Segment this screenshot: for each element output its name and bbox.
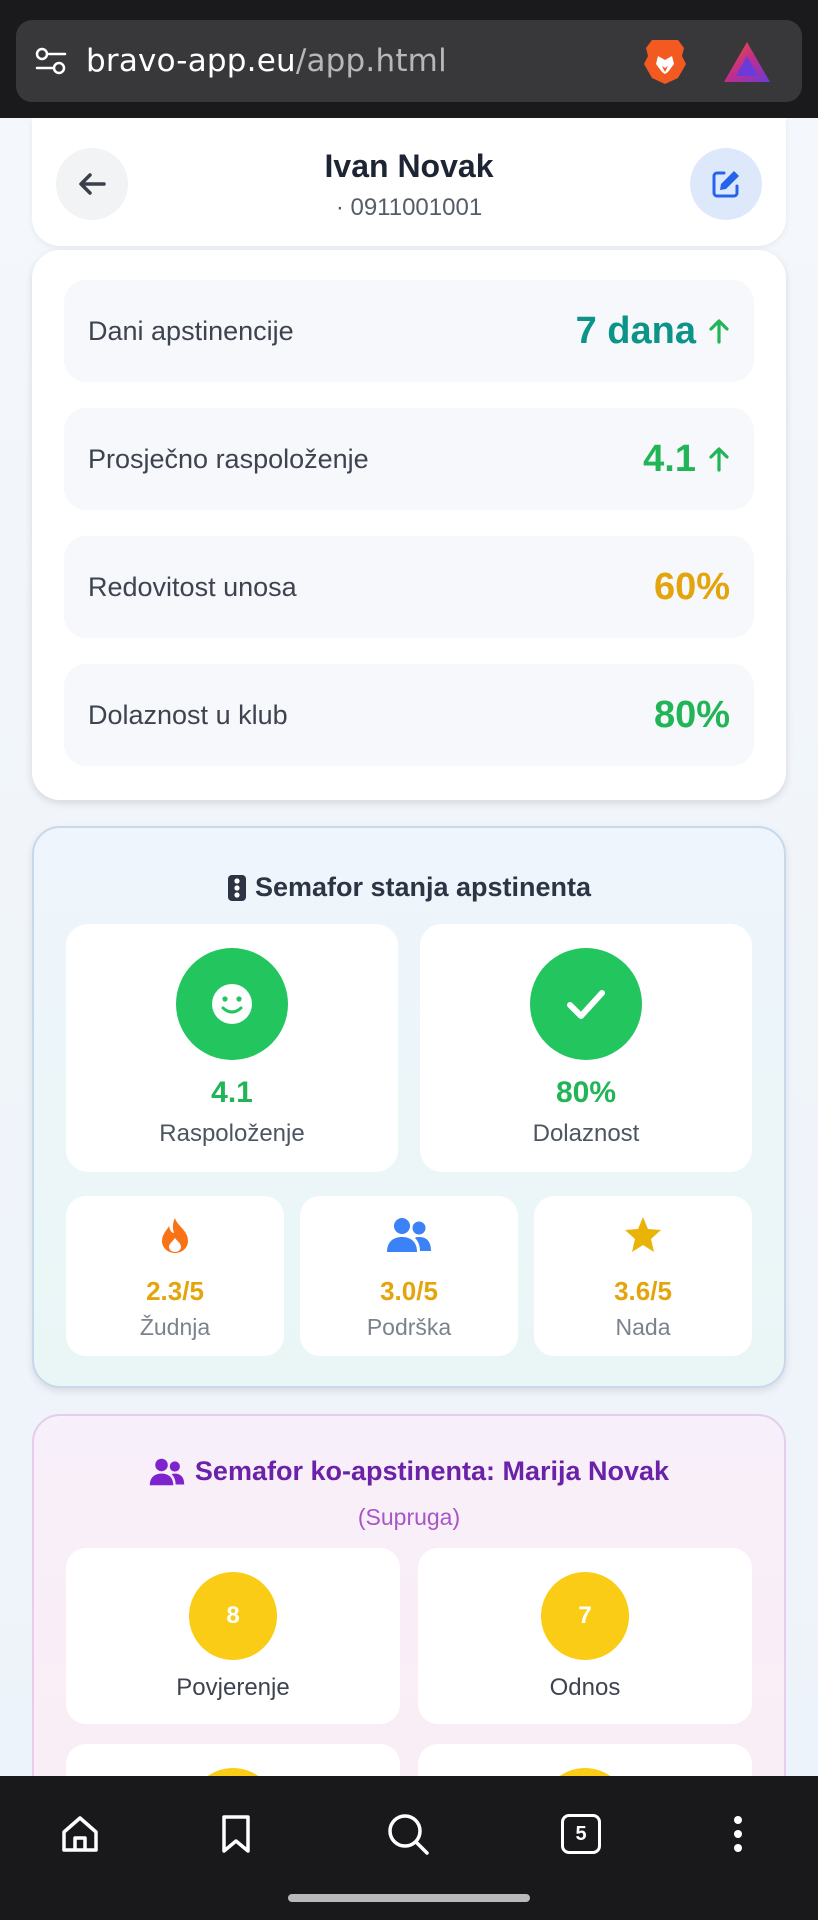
users-icon — [149, 1458, 185, 1485]
tab-count: 5 — [561, 1814, 601, 1854]
co-tile-partial — [418, 1744, 752, 1776]
stat-value-text: 7 dana — [575, 309, 696, 352]
trust-indicator: 8 — [189, 1572, 277, 1660]
tabs-button[interactable]: 5 — [545, 1798, 617, 1870]
support-value: 3.0/5 — [380, 1276, 438, 1306]
craving-value: 2.3/5 — [146, 1276, 204, 1306]
co-indicator — [189, 1768, 277, 1776]
address-bar[interactable]: bravo-app.eu/app.html — [16, 20, 802, 102]
url-path: /app.html — [295, 43, 447, 79]
card-title-text: Semafor ko-apstinenta: Marija Novak — [194, 1456, 670, 1486]
stats-card: Dani apstinencije 7 dana Prosječno raspo… — [32, 250, 786, 800]
site-settings-icon[interactable] — [16, 20, 86, 102]
brave-shields-icon[interactable] — [638, 34, 692, 88]
hope-label: Nada — [615, 1314, 671, 1340]
relation-indicator: 7 — [541, 1572, 629, 1660]
support-tile: 3.0/5 Podrška — [300, 1196, 518, 1356]
stat-label: Dolaznost u klub — [88, 699, 288, 730]
stat-row-entry-regularity: Redovitost unosa 60% — [64, 536, 754, 638]
mood-label: Raspoloženje — [159, 1120, 305, 1147]
stat-row-abstinence-days: Dani apstinencije 7 dana — [64, 280, 754, 382]
gesture-home-bar[interactable] — [288, 1894, 530, 1902]
hope-tile: 3.6/5 Nada — [534, 1196, 752, 1356]
card-title-text: Semafor stanja apstinenta — [254, 872, 592, 902]
search-button[interactable] — [372, 1798, 444, 1870]
home-button[interactable] — [44, 1798, 116, 1870]
attendance-tile: 80% Dolaznost — [420, 924, 752, 1172]
bookmark-icon — [222, 1815, 250, 1853]
star-icon — [625, 1217, 661, 1252]
url-text[interactable]: bravo-app.eu/app.html — [86, 43, 802, 79]
craving-label: Žudnja — [139, 1314, 211, 1340]
trust-label: Povjerenje — [176, 1674, 290, 1701]
stat-row-club-attendance: Dolaznost u klub 80% — [64, 664, 754, 766]
bookmarks-button[interactable] — [200, 1798, 272, 1870]
check-icon — [567, 990, 605, 1019]
arrow-up-icon — [709, 319, 729, 344]
attendance-label: Dolaznost — [532, 1120, 640, 1147]
mood-tile: 4.1 Raspoloženje — [66, 924, 398, 1172]
patient-name: Ivan Novak — [324, 148, 494, 184]
craving-tile: 2.3/5 Žudnja — [66, 1196, 284, 1356]
stat-value: 60% — [653, 565, 730, 608]
mood-value: 4.1 — [211, 1076, 253, 1109]
hope-value: 3.6/5 — [614, 1276, 672, 1306]
relation-label: Odnos — [549, 1674, 621, 1701]
arrow-up-icon — [709, 447, 729, 472]
stat-value: 4.1 — [643, 438, 730, 481]
stat-label: Redovitost unosa — [88, 571, 297, 602]
co-indicator — [541, 1768, 629, 1776]
stat-row-average-mood: Prosječno raspoloženje 4.1 — [64, 408, 754, 510]
smile-icon — [212, 984, 252, 1024]
home-icon — [62, 1816, 98, 1852]
co-tile-partial — [66, 1744, 400, 1776]
brave-rewards-icon[interactable] — [722, 40, 772, 84]
attendance-value: 80% — [555, 1076, 617, 1109]
stat-label: Prosječno raspoloženje — [88, 443, 369, 474]
trust-tile: 8 Povjerenje — [66, 1548, 400, 1724]
app-page: Ivan Novak · 0911001001 Dani apstinencij… — [0, 118, 818, 1776]
card-title: Semafor stanja apstinenta — [34, 872, 784, 903]
stat-value-text: 4.1 — [643, 437, 696, 480]
support-label: Podrška — [366, 1314, 452, 1340]
attendance-indicator — [530, 948, 642, 1060]
card-title: Semafor ko-apstinenta: Marija Novak — [34, 1456, 784, 1487]
relation-subtitle: (Supruga) — [357, 1504, 461, 1530]
patient-phone: · 0911001001 — [335, 194, 483, 221]
stat-label: Dani apstinencije — [88, 315, 294, 346]
mood-indicator — [176, 948, 288, 1060]
edit-button[interactable] — [690, 148, 762, 220]
more-vertical-icon — [734, 1816, 742, 1852]
relation-tile: 7 Odnos — [418, 1548, 752, 1724]
co-abstinent-card: Semafor ko-apstinenta: Marija Novak (Sup… — [32, 1414, 786, 1776]
browser-bottom-bar: 5 — [0, 1776, 818, 1920]
traffic-light-icon — [227, 874, 246, 901]
fire-icon — [162, 1218, 188, 1253]
stat-value: 7 dana — [576, 310, 730, 353]
edit-icon — [712, 171, 739, 198]
menu-button[interactable] — [702, 1798, 774, 1870]
search-icon — [388, 1814, 429, 1855]
users-icon — [387, 1218, 431, 1252]
stat-value: 80% — [653, 693, 730, 736]
abstinent-status-card: Semafor stanja apstinenta 4.1 Raspoložen… — [32, 826, 786, 1388]
browser-toolbar: bravo-app.eu/app.html — [0, 0, 818, 118]
url-domain: bravo-app.eu — [86, 43, 296, 79]
patient-header: Ivan Novak · 0911001001 — [32, 118, 786, 246]
